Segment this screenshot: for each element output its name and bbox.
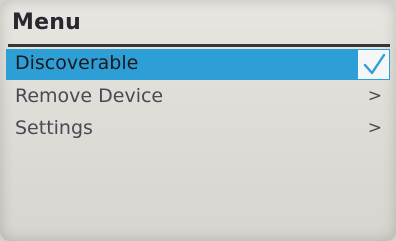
device-screen: Menu Discoverable Remove Device > Settin… xyxy=(0,0,396,241)
check-icon xyxy=(363,53,385,74)
menu-item-label: Settings xyxy=(15,117,93,139)
chevron-right-icon: > xyxy=(367,86,382,106)
menu-item-label: Discoverable xyxy=(15,52,139,74)
checkbox[interactable] xyxy=(358,50,389,79)
menu-item-discoverable[interactable]: Discoverable xyxy=(6,49,390,80)
menu-item-remove-device[interactable]: Remove Device > xyxy=(6,82,390,113)
menu-item-label: Remove Device xyxy=(15,85,164,107)
title-divider xyxy=(8,44,390,47)
menu-item-settings[interactable]: Settings > xyxy=(6,114,390,145)
menu-title: Menu xyxy=(12,10,81,35)
chevron-right-icon: > xyxy=(367,118,382,138)
